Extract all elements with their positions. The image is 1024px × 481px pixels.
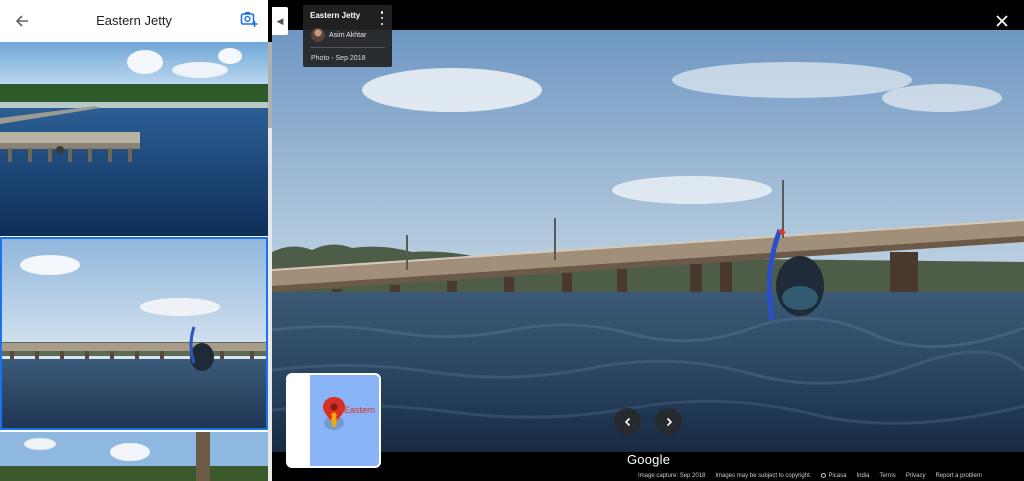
picasa-label: Picasa: [828, 473, 847, 479]
author-link[interactable]: Asim Akhtar: [311, 28, 366, 42]
close-icon: [996, 15, 1008, 27]
avatar: [311, 28, 325, 42]
author-name: Asim Akhtar: [329, 31, 367, 39]
google-logo: Google: [627, 452, 671, 467]
previous-photo-button[interactable]: [614, 408, 641, 435]
main-photo-image: [272, 30, 1024, 452]
beach-photo-image: [0, 432, 268, 481]
collapse-panel-button[interactable]: ◀: [272, 7, 288, 35]
mini-map[interactable]: Eastern .: [286, 373, 381, 468]
more-options-icon[interactable]: [378, 11, 386, 25]
privacy-link[interactable]: Privacy: [906, 473, 926, 479]
photo-list-panel: Eastern Jetty: [0, 0, 268, 481]
photo-viewer[interactable]: [272, 0, 1024, 481]
place-title[interactable]: Eastern Jetty: [310, 11, 385, 20]
panel-header: Eastern Jetty: [0, 0, 268, 42]
panel-title: Eastern Jetty: [96, 13, 172, 28]
picasa-link[interactable]: Picasa: [821, 473, 846, 479]
picasa-icon: [821, 473, 827, 478]
map-pin-icon: [323, 397, 345, 430]
chevron-left-icon: [624, 417, 630, 426]
photo-date: Photo - Sep 2018: [311, 55, 366, 62]
chevron-right-icon: [666, 417, 672, 426]
jetty-photo-image: [0, 42, 268, 236]
photo-info-card: Eastern Jetty Asim Akhtar Photo - Sep 20…: [303, 5, 392, 67]
add-photo-button[interactable]: [240, 10, 262, 32]
next-photo-button[interactable]: [655, 408, 682, 435]
country-link[interactable]: India: [856, 473, 869, 479]
copyright-notice: Images may be subject to copyright.: [715, 473, 812, 479]
divider: [310, 47, 385, 48]
close-button[interactable]: [993, 12, 1011, 30]
report-problem-link[interactable]: Report a problem: [935, 473, 981, 479]
terms-link[interactable]: Terms: [879, 473, 895, 479]
chevron-left-icon: ◀: [276, 15, 284, 26]
footer-bar: Image capture: Sep 2018 Images may be su…: [638, 473, 982, 479]
add-photo-icon: [240, 12, 258, 27]
map-place-label: Eastern .: [344, 405, 381, 415]
photo-thumbnail[interactable]: [0, 432, 268, 481]
snorkeler-photo-image: [0, 237, 268, 430]
photo-thumbnail[interactable]: [0, 42, 268, 236]
app-root: Eastern Jetty ◀ Eastern Jetty Asim Akhta…: [0, 0, 1024, 481]
photo-thumbnail-selected[interactable]: [0, 237, 268, 430]
capture-date: Image capture: Sep 2018: [638, 473, 706, 479]
